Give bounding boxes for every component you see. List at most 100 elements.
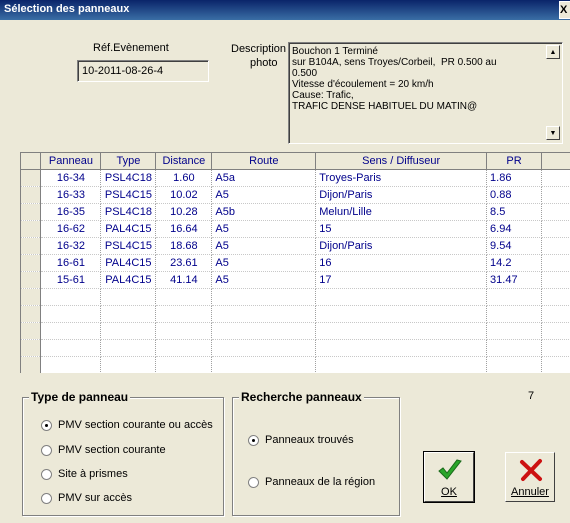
table-cell-empty[interactable] — [211, 322, 317, 340]
table-cell[interactable]: 14.2 — [486, 254, 542, 272]
table-cell[interactable]: 17 — [315, 271, 488, 289]
table-cell-empty[interactable] — [315, 288, 488, 306]
table-cell[interactable]: 8.5 — [486, 203, 542, 221]
column-header[interactable]: Panneau — [40, 153, 102, 170]
table-cell-empty[interactable] — [541, 169, 570, 187]
table-cell[interactable]: 10.28 — [155, 203, 213, 221]
table-cell-empty[interactable] — [100, 356, 157, 373]
radio-type-2[interactable]: Site à prismes — [41, 468, 128, 480]
radio-button-icon[interactable] — [41, 419, 52, 431]
radio-button-icon[interactable] — [41, 468, 52, 480]
table-cell[interactable]: PAL4C15 — [100, 220, 157, 238]
table-cell-empty[interactable] — [541, 220, 570, 238]
table-row-empty[interactable] — [21, 305, 570, 323]
radio-button-icon[interactable] — [41, 444, 52, 456]
table-cell-empty[interactable] — [40, 288, 102, 306]
table-cell-empty[interactable] — [40, 356, 102, 373]
row-selector[interactable] — [21, 305, 42, 323]
table-cell-empty[interactable] — [40, 305, 102, 323]
row-selector[interactable] — [21, 220, 42, 238]
close-button[interactable]: X — [559, 1, 570, 19]
row-selector[interactable] — [21, 322, 42, 340]
table-row-empty[interactable] — [21, 288, 570, 306]
table-cell-empty[interactable] — [486, 305, 542, 323]
table-cell[interactable]: A5a — [211, 169, 317, 187]
table-cell[interactable]: PAL4C15 — [100, 271, 157, 289]
table-cell[interactable]: 41.14 — [155, 271, 213, 289]
table-cell-empty[interactable] — [211, 305, 317, 323]
table-cell-empty[interactable] — [155, 305, 213, 323]
table-cell[interactable]: PSL4C15 — [100, 186, 157, 204]
table-cell[interactable]: Troyes-Paris — [315, 169, 488, 187]
table-cell[interactable]: A5 — [211, 220, 317, 238]
table-cell[interactable]: A5b — [211, 203, 317, 221]
table-cell-empty[interactable] — [315, 339, 488, 357]
row-selector[interactable] — [21, 356, 42, 373]
description-scrollbar[interactable]: ▲ ▼ — [546, 45, 560, 140]
table-row[interactable]: 16-61 PAL4C15 23.61 A5 16 14.2 — [21, 254, 570, 272]
column-header[interactable]: Route — [211, 153, 317, 170]
table-cell-empty[interactable] — [155, 339, 213, 357]
table-row[interactable]: 15-61 PAL4C15 41.14 A5 17 31.47 — [21, 271, 570, 289]
table-cell-empty[interactable] — [155, 288, 213, 306]
radio-recherche-1[interactable]: Panneaux de la région — [248, 476, 375, 488]
table-cell[interactable]: 1.86 — [486, 169, 542, 187]
table-cell[interactable]: 16-33 — [40, 186, 102, 204]
table-cell[interactable]: Dijon/Paris — [315, 186, 488, 204]
row-selector[interactable] — [21, 254, 42, 272]
table-cell-empty[interactable] — [211, 356, 317, 373]
table-cell[interactable]: A5 — [211, 254, 317, 272]
table-cell[interactable]: 23.61 — [155, 254, 213, 272]
table-cell-empty[interactable] — [541, 203, 570, 221]
table-cell[interactable]: Melun/Lille — [315, 203, 488, 221]
table-cell[interactable]: 16-62 — [40, 220, 102, 238]
table-cell-empty[interactable] — [315, 356, 488, 373]
table-cell[interactable]: A5 — [211, 271, 317, 289]
scroll-down-icon[interactable]: ▼ — [546, 126, 560, 140]
table-cell[interactable]: 15-61 — [40, 271, 102, 289]
table-cell[interactable]: 15 — [315, 220, 488, 238]
table-cell-empty[interactable] — [211, 288, 317, 306]
radio-type-3[interactable]: PMV sur accès — [41, 492, 132, 504]
panels-grid[interactable]: Panneau Type Distance Route Sens / Diffu… — [20, 152, 570, 373]
table-cell[interactable]: 16-61 — [40, 254, 102, 272]
table-cell-empty[interactable] — [541, 186, 570, 204]
radio-button-icon[interactable] — [248, 476, 259, 488]
scroll-up-icon[interactable]: ▲ — [546, 45, 560, 59]
table-cell-empty[interactable] — [155, 322, 213, 340]
table-cell[interactable]: 16-35 — [40, 203, 102, 221]
table-cell-empty[interactable] — [315, 322, 488, 340]
table-cell[interactable]: PSL4C15 — [100, 237, 157, 255]
radio-type-1[interactable]: PMV section courante — [41, 444, 166, 456]
table-cell-empty[interactable] — [486, 339, 542, 357]
table-cell[interactable]: Dijon/Paris — [315, 237, 488, 255]
radio-button-icon[interactable] — [41, 492, 52, 504]
table-cell-empty[interactable] — [40, 339, 102, 357]
radio-recherche-0[interactable]: Panneaux trouvés — [248, 434, 354, 446]
column-header[interactable]: Type — [100, 153, 157, 170]
table-cell-empty[interactable] — [541, 356, 570, 373]
radio-button-icon[interactable] — [248, 434, 259, 446]
table-cell[interactable]: 9.54 — [486, 237, 542, 255]
table-cell-empty[interactable] — [486, 322, 542, 340]
table-cell-empty[interactable] — [486, 356, 542, 373]
table-cell-empty[interactable] — [541, 254, 570, 272]
table-row-empty[interactable] — [21, 339, 570, 357]
radio-type-0[interactable]: PMV section courante ou accès — [41, 419, 213, 431]
table-cell-empty[interactable] — [100, 305, 157, 323]
table-cell[interactable]: 1.60 — [155, 169, 213, 187]
row-selector[interactable] — [21, 339, 42, 357]
table-cell-empty[interactable] — [541, 339, 570, 357]
row-selector[interactable] — [21, 169, 42, 187]
table-cell[interactable]: 16.64 — [155, 220, 213, 238]
row-selector[interactable] — [21, 203, 42, 221]
row-selector[interactable] — [21, 237, 42, 255]
column-header[interactable]: Distance — [155, 153, 213, 170]
column-header[interactable]: Sens / Diffuseur — [315, 153, 488, 170]
table-cell[interactable]: 16-32 — [40, 237, 102, 255]
table-cell-empty[interactable] — [486, 288, 542, 306]
column-header[interactable]: PR — [486, 153, 542, 170]
table-cell[interactable]: PSL4C18 — [100, 169, 157, 187]
row-selector[interactable] — [21, 288, 42, 306]
table-cell[interactable]: 0.88 — [486, 186, 542, 204]
